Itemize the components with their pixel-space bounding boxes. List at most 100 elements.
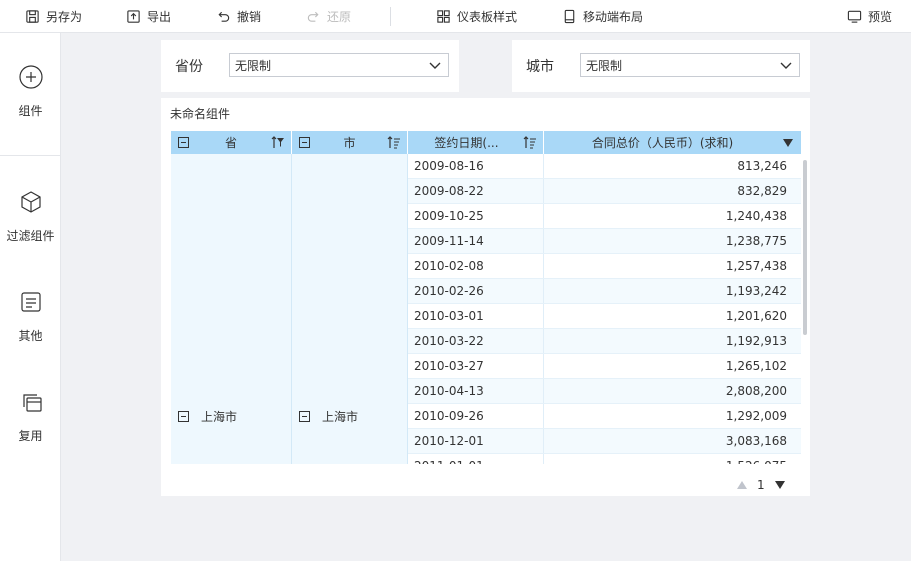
table-row[interactable]: 2010-04-13 2,808,200 [408, 379, 801, 404]
column-header-contract-total[interactable]: 合同总价（人民币）(求和) [544, 131, 801, 154]
contract-total-cell: 1,238,775 [725, 234, 787, 248]
table-row[interactable]: 2010-12-01 3,083,168 [408, 429, 801, 454]
column-header-label: 省 [224, 136, 237, 150]
sidebar-divider [0, 155, 60, 156]
contract-total-cell: 3,083,168 [725, 434, 787, 448]
sign-date-cell: 2010-03-22 [408, 329, 544, 353]
table-row[interactable]: 2010-03-27 1,265,102 [408, 354, 801, 379]
city-filter-label: 城市 [526, 59, 554, 75]
grid-icon [437, 10, 450, 23]
export-button[interactable]: 导出 [126, 0, 171, 33]
table-row[interactable]: 2010-02-26 1,193,242 [408, 279, 801, 304]
page-down-icon[interactable] [774, 481, 785, 489]
sidebar-item-label: 复用 [18, 429, 43, 443]
sign-date-cell: 2010-12-01 [408, 429, 544, 453]
sign-date-cell: 2009-10-25 [408, 204, 544, 228]
table-row[interactable]: 2009-10-25 1,240,438 [408, 204, 801, 229]
sign-date-cell: 2009-11-14 [408, 229, 544, 253]
province-filter: 省份 无限制 [161, 40, 459, 92]
undo-icon [218, 11, 230, 22]
sign-date-cell: 2010-03-27 [408, 354, 544, 378]
table-row[interactable]: 2009-08-22 832,829 [408, 179, 801, 204]
table-row[interactable]: 2009-11-14 1,238,775 [408, 229, 801, 254]
export-label: 导出 [147, 10, 172, 24]
table-row[interactable]: 2010-03-01 1,201,620 [408, 304, 801, 329]
sidebar-item-components[interactable]: 组件 [0, 64, 61, 119]
province-merged-cell: 上海市 [171, 154, 292, 464]
save-as-label: 另存为 [46, 10, 83, 24]
table-widget: 未命名组件 省 市 签约日期(... 合同总价（人民币）(求和) 上海市 上海市… [161, 98, 810, 496]
contract-total-cell: 1,257,438 [725, 259, 787, 273]
doc-icon [20, 292, 41, 312]
dashboard-style-label: 仪表板样式 [457, 10, 518, 24]
cube-icon [20, 191, 41, 213]
sort-icon[interactable] [387, 136, 401, 149]
contract-total-cell: 1,526,075 [544, 454, 801, 464]
table-row[interactable]: 2010-09-26 1,292,009 [408, 404, 801, 429]
sort-filter-icon[interactable] [271, 136, 285, 149]
mobile-layout-button[interactable]: 移动端布局 [562, 0, 643, 33]
preview-button[interactable]: 预览 [847, 0, 892, 33]
sidebar-item-label: 过滤组件 [6, 229, 55, 243]
province-select[interactable]: 无限制 [229, 53, 449, 77]
undo-button[interactable]: 撤销 [216, 0, 261, 33]
province-select-value: 无限制 [235, 58, 272, 73]
dashboard-style-button[interactable]: 仪表板样式 [436, 0, 517, 33]
city-value: 上海市 [322, 409, 359, 424]
sidebar-item-label: 组件 [18, 104, 43, 118]
table-row[interactable]: 2010-02-08 1,257,438 [408, 254, 801, 279]
page-up-icon[interactable] [737, 481, 747, 489]
column-header-label: 合同总价（人民币）(求和) [591, 136, 734, 150]
table-row[interactable]: 2009-08-16 813,246 [408, 154, 801, 179]
contract-total-cell: 1,240,438 [725, 209, 787, 223]
redo-button[interactable]: 还原 [306, 0, 351, 33]
sign-date-cell: 2010-09-26 [408, 404, 544, 428]
save-icon [26, 10, 39, 23]
widget-title: 未命名组件 [170, 107, 231, 121]
city-select[interactable]: 无限制 [580, 53, 800, 77]
redo-label: 还原 [327, 10, 352, 24]
pagination: 1 [737, 477, 785, 493]
sidebar-item-reuse[interactable]: 复用 [0, 389, 61, 444]
monitor-icon [847, 10, 862, 23]
table-row[interactable]: 2011-01-011,526,075 [408, 454, 801, 464]
collapse-icon[interactable] [299, 410, 310, 422]
redo-icon [307, 11, 319, 22]
sign-date-cell: 2011-01-01 [408, 454, 544, 464]
contract-total-cell: 813,246 [737, 159, 787, 173]
contract-total-cell: 1,201,620 [725, 309, 787, 323]
sidebar-item-other[interactable]: 其他 [0, 289, 61, 344]
contract-total-cell: 1,292,009 [725, 409, 787, 423]
sign-date-cell: 2009-08-16 [408, 154, 544, 178]
collapse-icon[interactable] [178, 137, 189, 148]
column-header-sign-date[interactable]: 签约日期(... [408, 131, 544, 154]
contract-total-cell: 832,829 [737, 184, 787, 198]
table-scrollbar[interactable] [803, 160, 807, 335]
table-row[interactable]: 2010-03-22 1,192,913 [408, 329, 801, 354]
undo-label: 撤销 [237, 10, 262, 24]
collapse-icon[interactable] [178, 410, 189, 422]
province-value: 上海市 [201, 409, 238, 424]
chevron-down-icon [780, 62, 792, 69]
export-icon [127, 10, 140, 23]
sign-date-cell: 2010-02-08 [408, 254, 544, 278]
city-filter: 城市 无限制 [512, 40, 810, 92]
mobile-icon [564, 9, 575, 24]
collapse-icon[interactable] [299, 137, 310, 148]
left-sidebar: 组件 过滤组件 其他 复用 [0, 33, 61, 561]
table-rows: 2009-08-16 813,246 2009-08-22 832,829 2009-1… [408, 154, 801, 464]
contract-total-cell: 1,265,102 [725, 359, 787, 373]
sidebar-item-label: 其他 [18, 329, 43, 343]
save-as-button[interactable]: 另存为 [25, 0, 82, 33]
column-header-label: 签约日期(... [434, 136, 499, 150]
contract-total-cell: 1,192,913 [725, 334, 787, 348]
sort-icon[interactable] [523, 136, 537, 149]
column-header-province[interactable]: 省 [171, 131, 292, 154]
column-header-city[interactable]: 市 [292, 131, 408, 154]
reuse-icon [22, 394, 42, 412]
plus-circle-icon [18, 65, 43, 89]
dropdown-triangle-icon[interactable] [783, 139, 793, 147]
sidebar-item-filter-components[interactable]: 过滤组件 [0, 189, 61, 244]
contract-total-cell: 1,193,242 [725, 284, 787, 298]
city-select-value: 无限制 [586, 58, 623, 73]
